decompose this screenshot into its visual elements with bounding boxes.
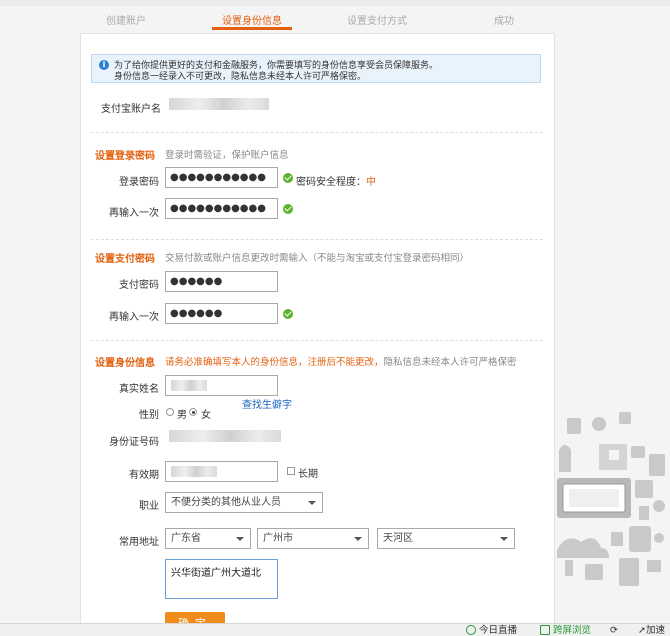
speed-button[interactable]: ➚加速 [638,624,665,636]
live-today-label: 今日直播 [479,625,518,636]
refresh-icon[interactable]: ⟳ [610,624,618,636]
address-detail-textarea[interactable]: 兴华街道广州大道北 [165,559,278,599]
play-icon [466,625,476,635]
step-payment: 设置支付方式 [347,16,407,27]
long-term-checkbox[interactable] [287,467,295,475]
gender-female-radio[interactable] [189,408,197,416]
gender-male-label: 男 [177,410,187,421]
divider [91,239,543,240]
validity-input[interactable] [165,461,278,482]
strength-label: 密码安全程度： [296,177,366,188]
chevron-down-icon [236,537,244,541]
pay-password-label: 支付密码 [119,280,159,291]
validity-redacted [171,466,217,477]
login-section-hint: 登录时需验证，保护账户信息 [165,150,289,161]
info-icon: i [99,60,109,70]
identity-section-hint: 请务必准确填写本人的身份信息，注册后不能更改，隐私信息未经本人许可严格保密 [165,354,517,368]
live-today-button[interactable]: 今日直播 [466,624,517,636]
step-identity: 设置身份信息 [222,16,282,27]
active-step-underline [212,27,292,30]
district-value: 天河区 [383,533,413,544]
chevron-down-icon [500,537,508,541]
notice-line-2: 身份信息一经录入不可更改，隐私信息未经本人许可严格保密。 [114,72,367,82]
alipay-decoration-illustration [557,412,665,586]
city-value: 广州市 [263,533,293,544]
step-success: 成功 [494,16,514,27]
info-notice: i 为了给你提供更好的支付和金融服务，你需要填写的身份信息享受会员保障服务。 身… [91,54,541,83]
step-create-account: 创建账户 [106,16,146,27]
job-value: 不便分类的其他从业人员 [171,497,281,508]
registration-form: i 为了给你提供更好的支付和金融服务，你需要填写的身份信息享受会员保障服务。 身… [80,33,555,636]
pay-section-title: 设置支付密码 [95,254,155,265]
job-label: 职业 [139,501,159,512]
province-value: 广东省 [171,533,201,544]
pay-confirm-label: 再输入一次 [109,312,159,323]
screen-icon [540,625,550,635]
identity-hint-warning: 请务必准确填写本人的身份信息，注册后不能更改， [165,357,384,368]
strength-level: 中 [366,177,376,188]
address-label: 常用地址 [119,537,159,548]
login-password-label: 登录密码 [119,177,159,188]
chevron-down-icon [308,501,316,505]
job-select[interactable]: 不便分类的其他从业人员 [165,492,323,513]
province-select[interactable]: 广东省 [165,528,251,549]
gender-male-radio[interactable] [166,408,174,416]
real-name-input[interactable] [165,375,278,396]
password-strength: 密码安全程度：中 [296,173,376,188]
pay-password-input[interactable]: ●●●●●● [165,271,278,292]
identity-section-title: 设置身份信息 [95,358,155,369]
district-select[interactable]: 天河区 [377,528,515,549]
divider [91,132,543,133]
step-indicator: 创建账户 设置身份信息 设置支付方式 成功 [0,6,670,32]
chevron-down-icon [354,537,362,541]
city-select[interactable]: 广州市 [257,528,369,549]
login-confirm-label: 再输入一次 [109,208,159,219]
speed-label: 加速 [645,625,665,636]
cross-screen-label: 跨屏浏览 [553,625,592,636]
login-section-title: 设置登录密码 [95,151,155,162]
divider [91,340,543,341]
login-password-input[interactable]: ●●●●●●●●●●● [165,167,278,188]
name-redacted [171,380,207,391]
check-icon [283,309,293,319]
check-icon [283,173,293,183]
rocket-icon: ➚ [638,625,646,636]
pay-confirm-input[interactable]: ●●●●●● [165,303,278,324]
real-name-label: 真实姓名 [119,384,159,395]
login-confirm-input[interactable]: ●●●●●●●●●●● [165,198,278,219]
check-icon [283,204,293,214]
long-term-label: 长期 [298,469,318,480]
cross-screen-button[interactable]: 跨屏浏览 [540,624,591,636]
identity-hint-rest: 隐私信息未经本人许可严格保密 [383,357,517,368]
pay-section-hint: 交易付款或账户信息更改时需输入（不能与淘宝或支付宝登录密码相同） [165,253,470,264]
id-number-label: 身份证号码 [109,437,159,448]
find-rare-char-link[interactable]: 查找生僻字 [242,396,292,411]
account-label: 支付宝账户名 [101,104,161,115]
gender-female-label: 女 [201,410,211,421]
validity-label: 有效期 [129,470,159,481]
browser-status-bar: 今日直播 跨屏浏览 ⟳ ➚加速 [0,623,670,636]
gender-label: 性别 [139,410,159,421]
id-number-redacted [169,430,281,442]
account-name-redacted [169,98,269,110]
